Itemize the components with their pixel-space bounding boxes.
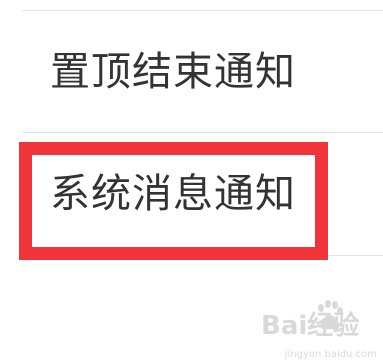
baidu-jingyan-logo: Bai经验 <box>261 300 359 341</box>
settings-item-system-message-notification[interactable]: 系统消息通知 <box>0 133 383 255</box>
settings-item-label: 系统消息通知 <box>50 171 296 217</box>
settings-item-label: 置顶结束通知 <box>50 48 296 95</box>
watermark-logo-text: Bai经验 <box>261 310 359 341</box>
baidu-jingyan-watermark: Bai经验 jingyan.baidu.com <box>259 298 379 360</box>
settings-item-pin-end-notification[interactable]: 置顶结束通知 <box>0 11 383 132</box>
watermark-url: jingyan.baidu.com <box>284 349 377 360</box>
divider <box>22 255 383 256</box>
